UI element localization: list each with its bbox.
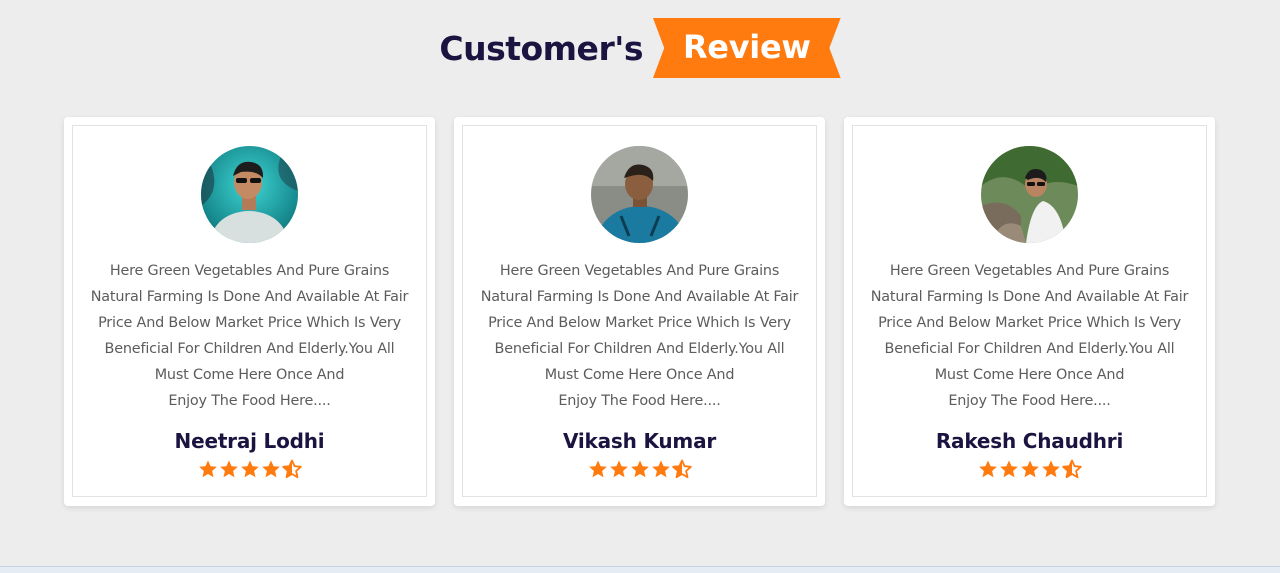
star-full-icon — [240, 460, 259, 478]
review-text-line: Enjoy The Food Here.... — [168, 393, 331, 409]
heading-prefix: Customer's — [439, 28, 643, 68]
star-full-icon — [588, 460, 607, 478]
reviewer-name: Vikash Kumar — [562, 429, 717, 453]
star-half-icon — [281, 459, 302, 479]
review-text: Here Green Vegetables And Pure Grains Na… — [80, 258, 420, 414]
review-text-line: Here Green Vegetables And Pure Grains — [109, 263, 390, 279]
review-card: Here Green Vegetables And Pure Grains Na… — [844, 117, 1215, 506]
star-full-icon — [651, 460, 670, 478]
star-full-icon — [198, 460, 217, 478]
review-card: Here Green Vegetables And Pure Grains Na… — [64, 117, 435, 506]
star-rating — [978, 459, 1082, 479]
star-half-icon — [1061, 459, 1082, 479]
review-text-line: Natural Farming Is Done And Available At… — [870, 289, 1189, 305]
review-text-line: Natural Farming Is Done And Available At… — [90, 289, 409, 305]
review-text-line: Must Come Here Once And — [544, 367, 735, 383]
avatar — [591, 146, 688, 243]
review-card-inner: Here Green Vegetables And Pure Grains Na… — [462, 125, 817, 497]
review-text-line: Beneficial For Children And Elderly.You … — [104, 341, 395, 357]
avatar — [981, 146, 1078, 243]
review-text: Here Green Vegetables And Pure Grains Na… — [860, 258, 1200, 414]
reviewer-name: Rakesh Chaudhri — [935, 429, 1124, 453]
reviewer-name: Neetraj Lodhi — [174, 429, 325, 453]
star-full-icon — [609, 460, 628, 478]
avatar — [201, 146, 298, 243]
review-text-line: Price And Below Market Price Which Is Ve… — [98, 315, 401, 331]
star-full-icon — [999, 460, 1018, 478]
review-text-line: Price And Below Market Price Which Is Ve… — [488, 315, 791, 331]
star-full-icon — [1020, 460, 1039, 478]
review-card-inner: Here Green Vegetables And Pure Grains Na… — [852, 125, 1207, 497]
star-full-icon — [261, 460, 280, 478]
review-text-line: Beneficial For Children And Elderly.You … — [494, 341, 785, 357]
star-full-icon — [978, 460, 997, 478]
review-text-line: Enjoy The Food Here.... — [948, 393, 1111, 409]
review-text: Here Green Vegetables And Pure Grains Na… — [470, 258, 810, 414]
review-text-line: Price And Below Market Price Which Is Ve… — [878, 315, 1181, 331]
star-full-icon — [1041, 460, 1060, 478]
heading-highlight-ribbon: Review — [652, 18, 841, 78]
review-card-inner: Here Green Vegetables And Pure Grains Na… — [72, 125, 427, 497]
star-rating — [588, 459, 692, 479]
review-text-line: Enjoy The Food Here.... — [558, 393, 721, 409]
star-full-icon — [219, 460, 238, 478]
review-cards: Here Green Vegetables And Pure Grains Na… — [64, 117, 1215, 506]
review-text-line: Beneficial For Children And Elderly.You … — [884, 341, 1175, 357]
review-text-line: Here Green Vegetables And Pure Grains — [499, 263, 780, 279]
review-text-line: Must Come Here Once And — [934, 367, 1125, 383]
review-text-line: Natural Farming Is Done And Available At… — [480, 289, 799, 305]
review-text-line: Must Come Here Once And — [154, 367, 345, 383]
section-heading: Customer's Review — [0, 18, 1280, 78]
review-text-line: Here Green Vegetables And Pure Grains — [889, 263, 1170, 279]
star-half-icon — [671, 459, 692, 479]
review-card: Here Green Vegetables And Pure Grains Na… — [454, 117, 825, 506]
star-rating — [198, 459, 302, 479]
star-full-icon — [630, 460, 649, 478]
